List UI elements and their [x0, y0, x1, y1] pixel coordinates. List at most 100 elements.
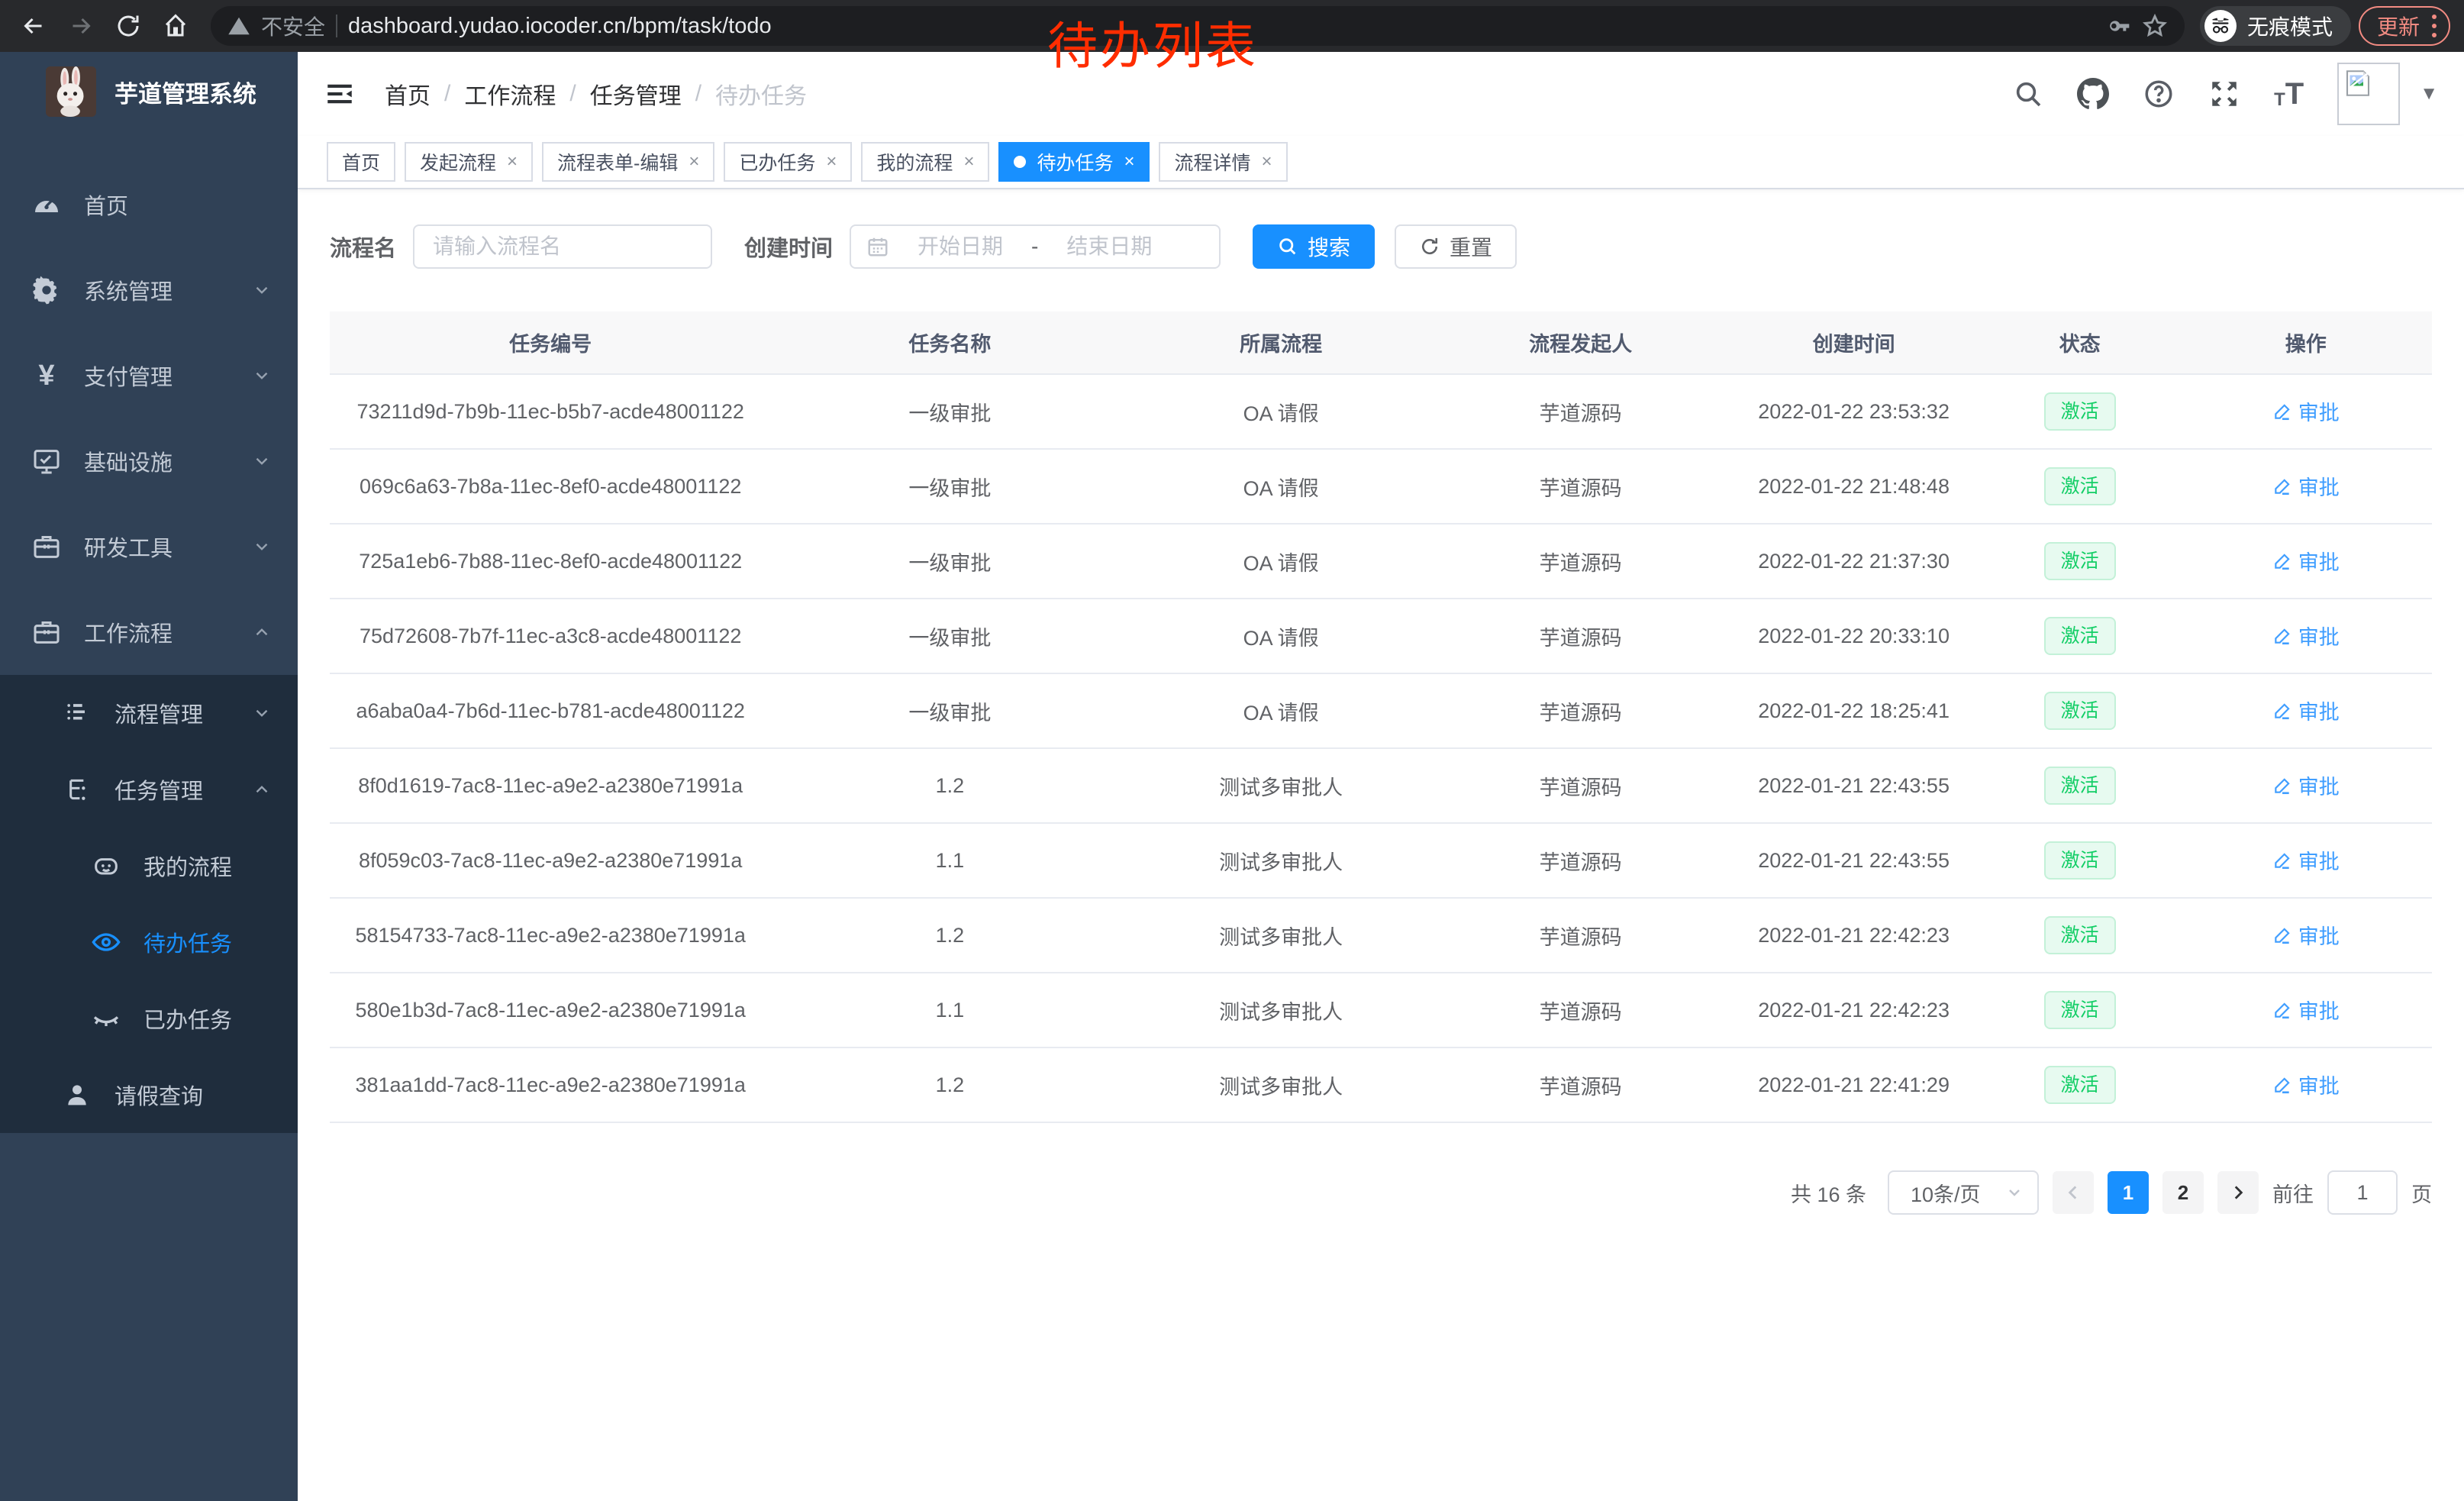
tab-start-process[interactable]: 发起流程×	[405, 142, 533, 182]
breadcrumb-task-mgmt[interactable]: 任务管理	[590, 77, 682, 111]
page-button-2[interactable]: 2	[2162, 1171, 2204, 1214]
sidebar-item-label: 首页	[84, 189, 298, 221]
sidebar-item-todo-tasks[interactable]: 待办任务	[0, 904, 298, 980]
sidebar-item-done-tasks[interactable]: 已办任务	[0, 980, 298, 1057]
tab-close-icon[interactable]: ×	[689, 151, 699, 173]
cell-action: 审批	[2179, 898, 2432, 973]
approve-link[interactable]: 审批	[2272, 1070, 2340, 1099]
sidebar-item-workflow[interactable]: 工作流程	[0, 589, 298, 675]
tab-close-icon[interactable]: ×	[507, 151, 518, 173]
bookmark-star-icon[interactable]	[2142, 13, 2168, 39]
avatar-caret-icon[interactable]: ▼	[2420, 83, 2438, 105]
sidebar-item-leave-query[interactable]: 请假查询	[0, 1057, 298, 1133]
update-label: 更新	[2377, 11, 2420, 41]
approve-link[interactable]: 审批	[2272, 471, 2340, 501]
sidebar-collapse-button[interactable]	[324, 78, 356, 110]
url-bar[interactable]: 不安全 dashboard.yudao.iocoder.cn/bpm/task/…	[211, 6, 2185, 46]
status-badge: 激活	[2044, 467, 2116, 505]
cell-created: 2022-01-22 20:33:10	[1727, 599, 1979, 673]
approve-link[interactable]: 审批	[2272, 770, 2340, 800]
tab-todo-tasks[interactable]: 待办任务 ×	[998, 142, 1150, 182]
tab-my-process[interactable]: 我的流程×	[861, 142, 989, 182]
cell-status: 激活	[1980, 599, 2180, 673]
tab-close-icon[interactable]: ×	[963, 151, 974, 173]
tab-form-edit[interactable]: 流程表单-编辑×	[542, 142, 714, 182]
eye-open-icon	[89, 927, 124, 957]
tab-label: 待办任务	[1037, 148, 1113, 176]
fullscreen-button[interactable]	[2208, 78, 2240, 110]
sidebar-item-dev-tools[interactable]: 研发工具	[0, 504, 298, 589]
password-key-icon[interactable]	[2107, 14, 2131, 38]
cell-created: 2022-01-22 23:53:32	[1727, 374, 1979, 449]
date-range-picker[interactable]: -	[850, 224, 1221, 269]
cell-status: 激活	[1980, 524, 2180, 599]
chevron-left-icon	[2063, 1183, 2083, 1202]
home-button[interactable]	[156, 6, 195, 46]
tab-home[interactable]: 首页	[327, 142, 395, 182]
url-text: dashboard.yudao.iocoder.cn/bpm/task/todo	[348, 14, 772, 39]
tab-close-icon[interactable]: ×	[826, 151, 837, 173]
approve-link[interactable]: 审批	[2272, 845, 2340, 875]
col-initiator: 流程发起人	[1434, 311, 1728, 374]
browser-menu-icon[interactable]	[2432, 15, 2437, 37]
sidebar-item-home[interactable]: 首页	[0, 162, 298, 247]
help-button[interactable]	[2143, 78, 2175, 110]
cell-process: OA 请假	[1129, 374, 1434, 449]
sidebar-item-task-mgmt[interactable]: 任务管理	[0, 751, 298, 828]
sidebar-item-process-mgmt[interactable]: 流程管理	[0, 675, 298, 751]
github-button[interactable]	[2077, 78, 2109, 110]
approve-link[interactable]: 审批	[2272, 920, 2340, 950]
cell-process: 测试多审批人	[1129, 1047, 1434, 1122]
cell-process: 测试多审批人	[1129, 748, 1434, 823]
breadcrumb: 首页 / 工作流程 / 任务管理 / 待办任务	[385, 77, 807, 111]
chevron-up-icon	[252, 622, 272, 642]
tab-process-detail[interactable]: 流程详情×	[1159, 142, 1287, 182]
breadcrumb-home[interactable]: 首页	[385, 77, 431, 111]
browser-update-button[interactable]: 更新	[2359, 6, 2450, 46]
omnibox-divider	[336, 15, 337, 37]
sidebar-item-my-process[interactable]: 我的流程	[0, 828, 298, 904]
calendar-icon	[866, 235, 889, 258]
tab-close-icon[interactable]: ×	[1262, 151, 1272, 173]
cell-status: 激活	[1980, 1047, 2180, 1122]
next-page-button[interactable]	[2217, 1171, 2259, 1214]
start-date-input[interactable]	[895, 234, 1025, 259]
approve-link[interactable]: 审批	[2272, 995, 2340, 1025]
reset-button[interactable]: 重置	[1395, 224, 1517, 269]
table-row: 069c6a63-7b8a-11ec-8ef0-acde48001122 一级审…	[330, 449, 2432, 524]
approve-link[interactable]: 审批	[2272, 696, 2340, 725]
breadcrumb-workflow[interactable]: 工作流程	[464, 77, 556, 111]
sidebar-item-system-mgmt[interactable]: 系统管理	[0, 247, 298, 333]
page-button-1[interactable]: 1	[2108, 1171, 2149, 1214]
user-avatar[interactable]	[2337, 63, 2400, 125]
sidebar-item-infrastructure[interactable]: 基础设施	[0, 418, 298, 504]
cell-task-id: 580e1b3d-7ac8-11ec-a9e2-a2380e71991a	[330, 973, 771, 1047]
cell-task-name: 1.2	[771, 898, 1128, 973]
tab-done-tasks[interactable]: 已办任务×	[724, 142, 852, 182]
approve-link[interactable]: 审批	[2272, 546, 2340, 576]
end-date-input[interactable]	[1044, 234, 1174, 259]
search-submit-button[interactable]: 搜索	[1253, 224, 1375, 269]
font-size-icon: T	[2274, 91, 2285, 109]
search-button[interactable]	[2013, 79, 2043, 109]
page-size-select[interactable]: 10条/页	[1888, 1170, 2039, 1215]
chevron-down-icon	[252, 451, 272, 471]
approve-link[interactable]: 审批	[2272, 396, 2340, 426]
question-icon	[2143, 78, 2175, 110]
reload-button[interactable]	[108, 6, 148, 46]
approve-link[interactable]: 审批	[2272, 621, 2340, 650]
goto-page-input[interactable]	[2327, 1170, 2398, 1215]
sidebar-item-payment-mgmt[interactable]: ¥支付管理	[0, 333, 298, 418]
chevron-down-icon	[252, 280, 272, 300]
font-size-button[interactable]: TT	[2274, 79, 2304, 109]
back-button[interactable]	[14, 6, 53, 46]
process-name-input[interactable]	[413, 224, 712, 269]
tab-close-icon[interactable]: ×	[1124, 151, 1134, 173]
forward-button[interactable]	[61, 6, 101, 46]
incognito-icon	[2204, 10, 2237, 42]
top-navbar: 首页 / 工作流程 / 任务管理 / 待办任务	[298, 52, 2464, 136]
prev-page-button[interactable]	[2053, 1171, 2094, 1214]
cell-process: 测试多审批人	[1129, 823, 1434, 898]
github-icon	[2077, 78, 2109, 110]
node-tree-icon	[60, 774, 95, 805]
